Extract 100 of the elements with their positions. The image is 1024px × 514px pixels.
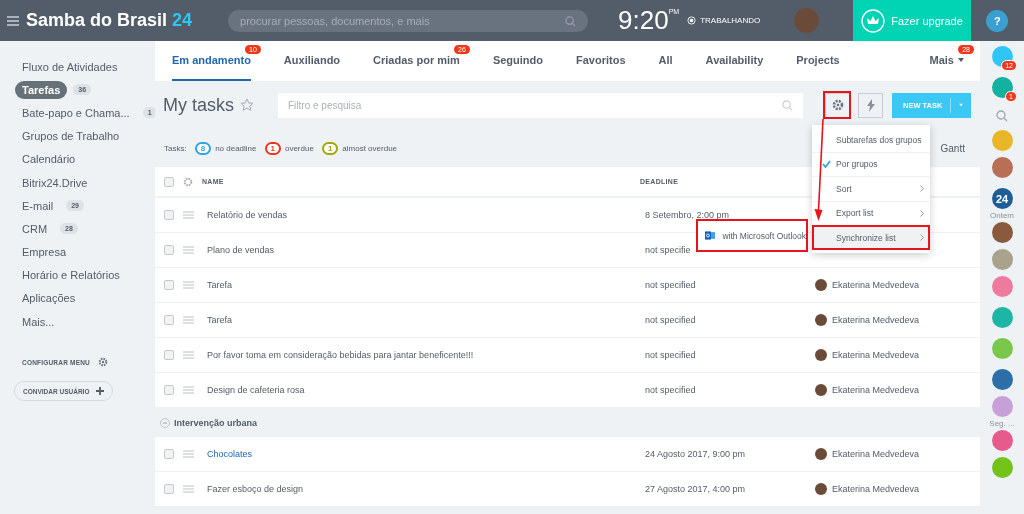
row-checkbox[interactable]: [164, 449, 174, 459]
sidebar-item[interactable]: Bate-papo e Chama...: [15, 103, 137, 122]
row-checkbox[interactable]: [164, 245, 174, 255]
row-checkbox[interactable]: [164, 484, 174, 494]
counter-label[interactable]: no deadline: [215, 143, 257, 153]
app-icon[interactable]: [991, 457, 1013, 478]
task-name: Fazer esboço de design: [207, 484, 305, 494]
settings-icon: [831, 99, 844, 111]
responsible-name: Ekaterina Medvedeva: [832, 484, 920, 494]
date-label: Ontem: [990, 211, 1014, 220]
drag-handle-icon[interactable]: [183, 386, 194, 394]
app-icon[interactable]: [991, 276, 1013, 297]
sidebar-item[interactable]: E-mail: [15, 196, 61, 215]
search-field[interactable]: procurar pessoas, documentos, e mais: [228, 9, 589, 32]
row-checkbox[interactable]: [164, 385, 174, 395]
responsible-name: Ekaterina Medvedeva: [832, 385, 920, 395]
menu-item[interactable]: Subtarefas dos grupos: [812, 128, 930, 152]
drag-handle-icon[interactable]: [183, 211, 194, 219]
settings-button[interactable]: [825, 92, 850, 118]
counter-badge[interactable]: 1: [264, 141, 281, 155]
automation-button[interactable]: [858, 92, 883, 118]
drag-handle-icon[interactable]: [183, 450, 194, 458]
check-icon: [822, 160, 831, 169]
clock-time: 9:20: [618, 5, 669, 36]
sidebar-item[interactable]: Fluxo de Atividades: [15, 57, 125, 76]
tab[interactable]: Auxiliando: [283, 41, 341, 81]
row-checkbox[interactable]: [164, 210, 174, 220]
drag-handle-icon[interactable]: [183, 351, 194, 359]
drag-handle-icon[interactable]: [183, 281, 194, 289]
sidebar-item[interactable]: CRM: [15, 219, 55, 238]
group-title[interactable]: Intervenção urbana: [174, 417, 258, 428]
sidebar-item[interactable]: Aplicações: [15, 289, 83, 308]
row-checkbox[interactable]: [164, 280, 174, 290]
avatar[interactable]: [991, 430, 1013, 451]
outlook-sync-option[interactable]: with Microsoft Outlook: [696, 219, 808, 252]
responsible-name: Ekaterina Medvedeva: [832, 350, 920, 360]
sidebar-item[interactable]: Empresa: [15, 243, 74, 262]
search-icon[interactable]: [996, 110, 1008, 122]
avatar: [815, 279, 827, 291]
filter-field[interactable]: Filtro e pesquisa: [278, 92, 803, 118]
work-status[interactable]: TRABALHANDO: [700, 16, 761, 25]
collapse-icon[interactable]: [160, 417, 170, 428]
deadline-cell-text: 24 Agosto 2017, 9:00 pm: [645, 449, 747, 459]
menu-item[interactable]: Por grupos: [812, 151, 930, 176]
tab[interactable]: Seguindo: [492, 41, 543, 81]
sidebar-item[interactable]: Horário e Relatórios: [15, 266, 127, 285]
counter-label[interactable]: overdue: [284, 143, 314, 153]
sidebar-item[interactable]: Grupos de Trabalho: [15, 127, 127, 146]
tab[interactable]: Availability: [705, 41, 764, 81]
sidebar-item[interactable]: Tarefas: [15, 80, 68, 99]
app-icon[interactable]: [991, 77, 1013, 98]
crown-icon: [861, 8, 886, 33]
tab[interactable]: Favoritos: [576, 41, 626, 81]
page-title: My tasks: [163, 94, 234, 116]
app-icon[interactable]: [991, 46, 1013, 67]
app-icon[interactable]: [991, 157, 1013, 178]
tasks-label: Tasks:: [164, 143, 187, 153]
gear-icon[interactable]: [98, 357, 108, 368]
sidebar-item[interactable]: Bitrix24.Drive: [15, 173, 95, 192]
avatar: [815, 349, 827, 361]
outlook-icon: [705, 229, 716, 242]
menu-item[interactable]: Synchronize list: [812, 225, 930, 250]
highlight-frame: [823, 91, 851, 119]
task-name: Plano de vendas: [207, 245, 276, 255]
user-avatar[interactable]: [794, 8, 820, 33]
tab[interactable]: Projects: [796, 41, 840, 81]
logo[interactable]: Samba do Brasil 24: [26, 10, 193, 31]
task-name: Design de cafeteria rosa: [207, 385, 306, 395]
deadline-cell-text: not specified: [645, 315, 697, 325]
app-icon[interactable]: [991, 307, 1013, 328]
menu-icon[interactable]: [7, 15, 19, 26]
search-icon: [782, 99, 793, 111]
sidebar-item[interactable]: Calendário: [15, 150, 83, 169]
responsible-name: Ekaterina Medvedeva: [832, 449, 920, 459]
app-icon[interactable]: [991, 338, 1013, 359]
task-name: Tarefa: [207, 315, 233, 325]
select-all-checkbox[interactable]: [164, 176, 174, 187]
caret-icon: [958, 58, 964, 62]
row-checkbox[interactable]: [164, 350, 174, 360]
drag-handle-icon[interactable]: [183, 485, 194, 493]
star-icon[interactable]: [240, 98, 254, 112]
avatar[interactable]: [991, 222, 1013, 243]
deadline-cell-text: 27 Agosto 2017, 4:00 pm: [645, 484, 747, 494]
row-checkbox[interactable]: [164, 315, 174, 325]
sidebar-item[interactable]: Mais...: [15, 312, 62, 331]
gantt-view-link[interactable]: Gantt: [940, 142, 965, 154]
drag-handle-icon[interactable]: [183, 246, 194, 254]
tab[interactable]: All: [658, 41, 673, 81]
gear-icon[interactable]: [183, 176, 193, 187]
search-icon: [565, 15, 577, 27]
menu-item[interactable]: Sort: [812, 176, 930, 201]
avatar: [815, 384, 827, 396]
chevron-right-icon: [920, 209, 924, 217]
app-icon[interactable]: 24: [991, 188, 1013, 209]
counter-label[interactable]: almost overdue: [342, 143, 398, 153]
lightning-icon: [866, 98, 875, 112]
avatar[interactable]: [991, 249, 1013, 270]
avatar[interactable]: [991, 369, 1013, 390]
drag-handle-icon[interactable]: [183, 316, 194, 324]
task-name[interactable]: Chocolates: [207, 449, 645, 459]
